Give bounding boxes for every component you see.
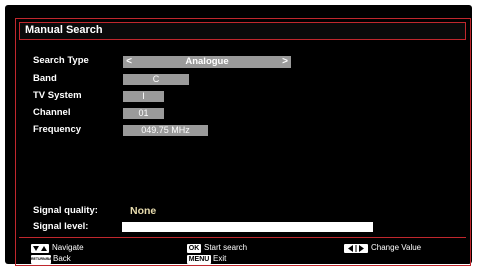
band-field[interactable]: C <box>123 74 189 85</box>
search-type-label: Search Type <box>33 55 89 66</box>
tv-screen: Manual Search Search Type < Analogue > B… <box>5 5 472 266</box>
search-type-selector[interactable]: < Analogue > <box>123 56 291 68</box>
up-down-arrows-icon <box>33 246 47 251</box>
band-label: Band <box>33 73 57 84</box>
menu-key: MENU <box>187 255 211 264</box>
footer-divider <box>19 237 466 238</box>
channel-label: Channel <box>33 107 71 118</box>
tv-system-label: TV System <box>33 90 82 101</box>
navigate-keys <box>31 244 49 253</box>
tv-system-field[interactable]: I <box>123 91 164 102</box>
start-search-label: Start search <box>204 243 248 252</box>
chevron-right-icon[interactable]: > <box>280 56 290 68</box>
search-type-value: Analogue <box>185 56 229 67</box>
signal-quality-value: None <box>130 205 157 217</box>
navigate-label: Navigate <box>52 243 84 252</box>
frequency-label: Frequency <box>33 124 82 135</box>
signal-level-fill <box>122 222 373 232</box>
exit-label: Exit <box>213 254 227 263</box>
channel-field[interactable]: 01 <box>123 108 164 119</box>
left-right-keys <box>344 244 368 253</box>
signal-quality-label: Signal quality: <box>33 205 98 216</box>
back-key: RETURN/BACK <box>31 255 57 264</box>
signal-level-label: Signal level: <box>33 221 89 232</box>
panel-title: Manual Search <box>19 22 466 40</box>
ok-key: OK <box>187 244 201 253</box>
change-value-label: Change Value <box>371 243 422 252</box>
left-right-arrows-icon <box>348 245 364 252</box>
back-label: Back <box>53 254 71 263</box>
manual-search-panel: Manual Search Search Type < Analogue > B… <box>15 18 471 266</box>
chevron-left-icon[interactable]: < <box>124 56 134 68</box>
help-bar: Navigate RETURN/BACK Back OK Start searc… <box>19 243 466 265</box>
frequency-field[interactable]: 049.75 MHz <box>123 125 208 136</box>
signal-level-bar <box>122 222 373 232</box>
